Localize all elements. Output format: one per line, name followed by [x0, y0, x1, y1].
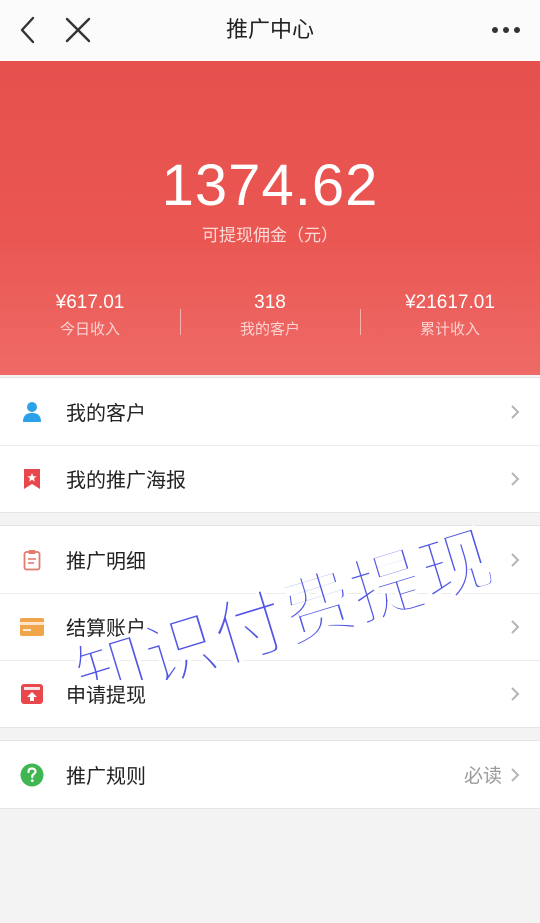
question-icon [20, 763, 44, 787]
menu-item-my-customers[interactable]: 我的客户 [0, 378, 540, 445]
more-dots-icon [492, 27, 520, 33]
chevron-right-icon [508, 469, 522, 489]
close-button[interactable] [58, 10, 98, 50]
withdrawable-amount-label: 可提现佣金（元） [202, 226, 338, 246]
stat-value: ¥617.01 [55, 292, 125, 313]
close-icon [65, 17, 91, 43]
menu-item-settlement-account[interactable]: 结算账户 [0, 593, 540, 660]
menu-item-apply-withdraw[interactable]: 申请提现 [0, 660, 540, 727]
stat-label: 我的客户 [239, 320, 300, 338]
stat-label: 累计收入 [419, 320, 480, 338]
stat-value: ¥21617.01 [405, 292, 495, 313]
more-button[interactable] [486, 10, 526, 50]
chevron-right-icon [508, 684, 522, 704]
menu-item-label: 推广规则 [66, 764, 146, 788]
top-bar: 推广中心 [0, 0, 540, 62]
stat-my-customers: 318 我的客户 [180, 289, 360, 349]
menu-group-rules: 推广规则 必读 [0, 740, 540, 809]
stat-value: 318 [254, 292, 286, 313]
stat-today-income: ¥617.01 今日收入 [0, 289, 180, 349]
card-icon [20, 615, 44, 639]
menu-item-label: 申请提现 [66, 683, 146, 707]
menu-item-my-poster[interactable]: 我的推广海报 [0, 445, 540, 512]
stats-row: ¥617.01 今日收入 318 我的客户 ¥21617.01 累计收入 [0, 289, 540, 349]
withdraw-icon [20, 682, 44, 706]
menu-item-promotion-details[interactable]: 推广明细 [0, 526, 540, 593]
menu-item-label: 我的推广海报 [66, 468, 186, 492]
summary-hero: 1374.62 可提现佣金（元） ¥617.01 今日收入 318 我的客户 ¥… [0, 61, 540, 375]
chevron-right-icon [508, 550, 522, 570]
stat-total-income: ¥21617.01 累计收入 [360, 289, 540, 349]
menu-item-promotion-rules[interactable]: 推广规则 必读 [0, 741, 540, 808]
summary-panel: 1374.62 可提现佣金（元） ¥617.01 今日收入 318 我的客户 ¥… [0, 61, 540, 377]
bookmark-star-icon [20, 467, 44, 491]
menu-group-settlement: 推广明细 结算账户 申请提现 [0, 525, 540, 728]
must-read-note: 必读 [463, 765, 502, 787]
chevron-right-icon [508, 402, 522, 422]
menu-item-label: 我的客户 [66, 401, 146, 425]
clipboard-icon [20, 548, 44, 572]
withdrawable-amount: 1374.62 [161, 153, 379, 218]
user-icon [20, 400, 44, 424]
back-button[interactable] [8, 10, 48, 50]
menu-group-customers: 我的客户 我的推广海报 [0, 377, 540, 513]
menu-item-label: 结算账户 [66, 616, 146, 640]
chevron-right-icon [508, 765, 522, 785]
chevron-right-icon [508, 617, 522, 637]
stat-label: 今日收入 [59, 320, 120, 338]
menu-item-label: 推广明细 [66, 549, 146, 573]
chevron-left-icon [20, 16, 35, 44]
